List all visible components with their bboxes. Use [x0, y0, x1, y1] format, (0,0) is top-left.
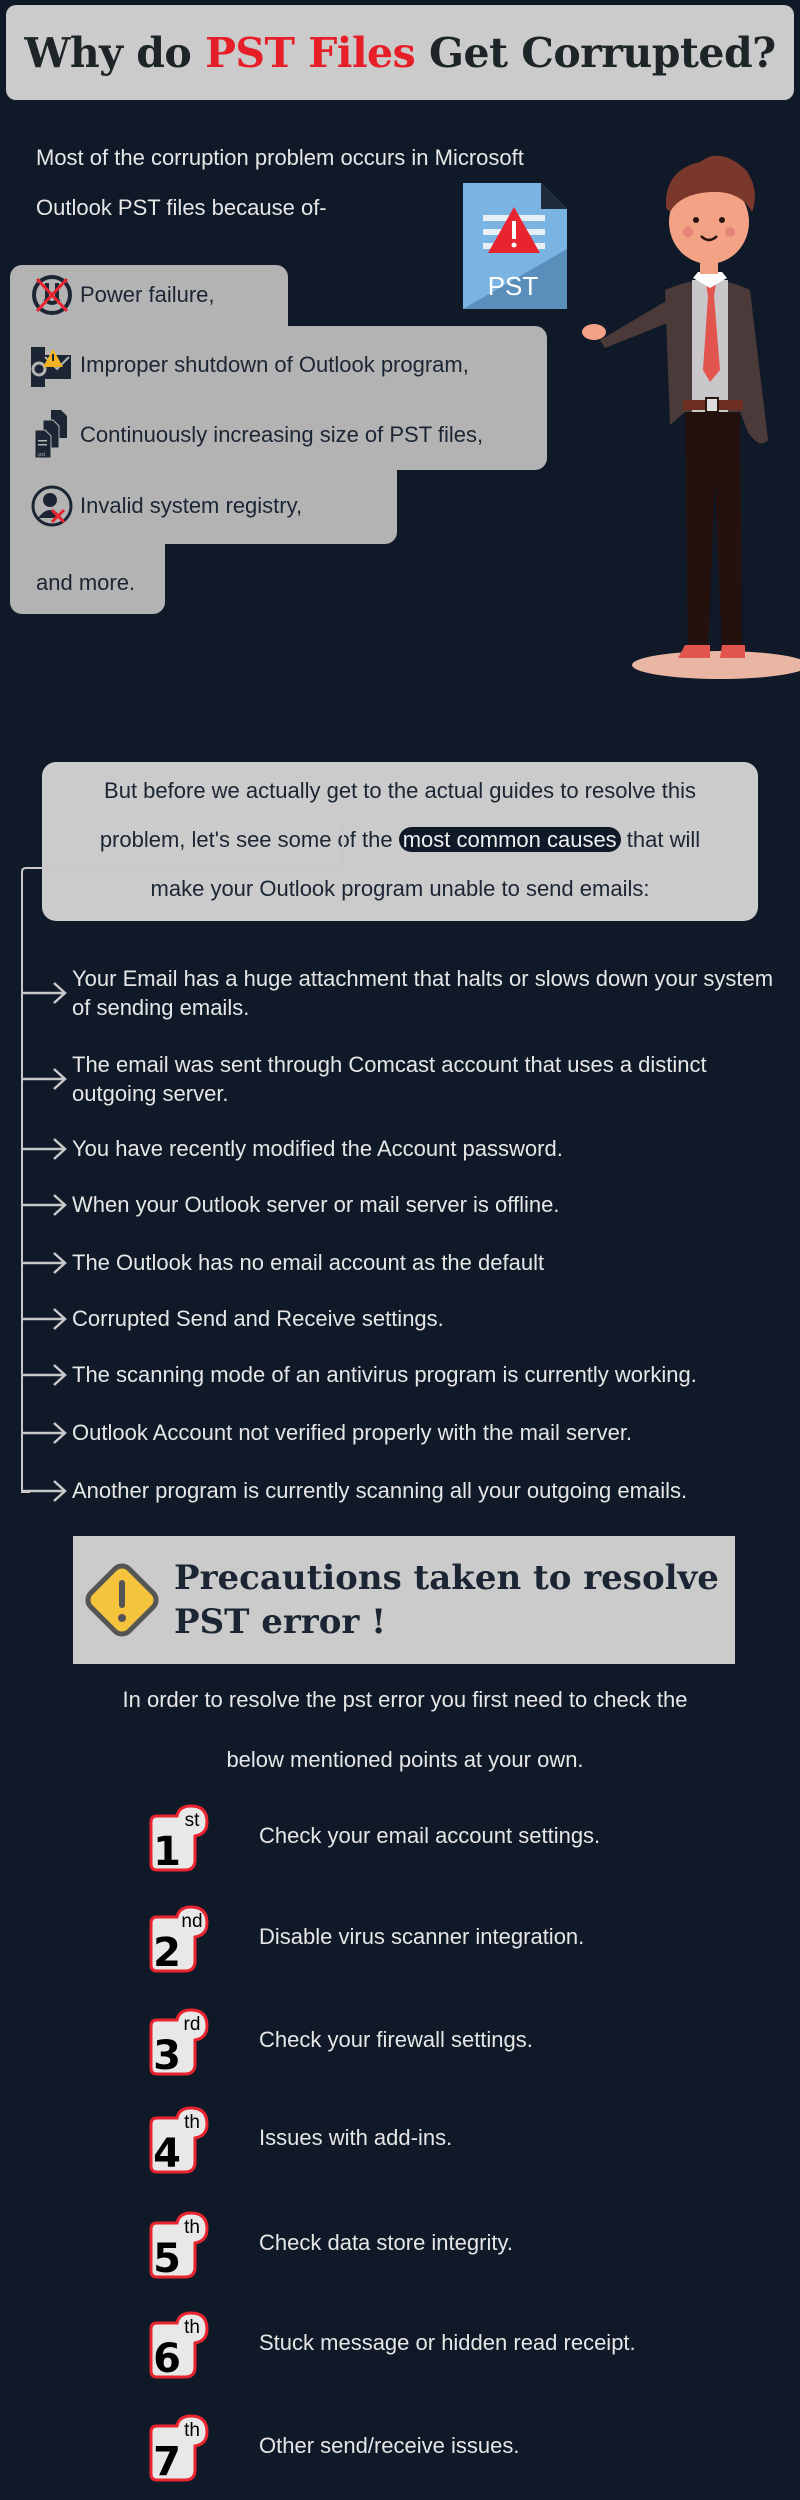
cause-item: When your Outlook server or mail server …	[72, 1192, 560, 1217]
precaution-step: 3rd Check your firewall settings.	[145, 2008, 705, 2079]
reason-label: Improper shutdown of Outlook program,	[80, 352, 469, 377]
step-text: Check data store integrity.	[259, 2230, 513, 2255]
step-text: Issues with add-ins.	[259, 2125, 453, 2150]
step-text: Stuck message or hidden read receipt.	[259, 2330, 636, 2355]
precaution-step: 6th Stuck message or hidden read receipt.	[145, 2311, 705, 2382]
ordinal-badge-icon: 4th	[145, 2106, 209, 2177]
cause-item: The Outlook has no email account as the …	[72, 1250, 545, 1275]
reason-label: Invalid system registry,	[80, 493, 303, 518]
ordinal-badge-icon: 3rd	[145, 2008, 209, 2079]
svg-text:.pst: .pst	[37, 452, 46, 458]
precautions-title: Precautions taken to resolve PST error !	[174, 1558, 719, 1642]
svg-text:rd: rd	[184, 2014, 201, 2035]
arrow-right-icon	[22, 1364, 67, 1386]
arrow-right-icon	[22, 1422, 67, 1444]
svg-text:3: 3	[153, 2033, 181, 2078]
cause-item: Outlook Account not verified properly wi…	[72, 1420, 633, 1445]
svg-text:7: 7	[153, 2439, 181, 2484]
reason-item: Power failure,	[30, 273, 215, 317]
reason-item: .pst Continuously increasing size of PST…	[30, 410, 484, 459]
precautions-intro: In order to resolve the pst error you fi…	[122, 1687, 688, 1772]
cause-item: Corrupted Send and Receive settings.	[72, 1306, 444, 1331]
precaution-step: 2nd Disable virus scanner integration.	[145, 1905, 705, 1976]
arrow-right-icon	[22, 1068, 67, 1090]
arrow-right-icon	[22, 1480, 67, 1502]
title-banner: Why do PST Files Get Corrupted?	[6, 5, 794, 100]
svg-text:th: th	[184, 2217, 200, 2238]
causes-intro-line-1: But before we actually get to the actual…	[104, 778, 696, 803]
intro-line-1: Most of the corruption problem occurs in…	[36, 145, 524, 170]
step-text: Other send/receive issues.	[259, 2433, 520, 2458]
pst-file-warning-icon: PST	[463, 183, 567, 309]
cause-item: The email was sent through Comcast accou…	[72, 1052, 707, 1106]
ordinal-badge-icon: 5th	[145, 2211, 209, 2282]
arrow-right-icon	[22, 1308, 67, 1330]
arrow-right-icon	[22, 1252, 67, 1274]
reason-label: Continuously increasing size of PST file…	[80, 422, 484, 447]
most-common-causes-highlight: most common causes	[398, 827, 621, 852]
stacked-files-icon: .pst	[30, 410, 74, 459]
businessman-illustration	[570, 150, 800, 690]
svg-text:2: 2	[153, 1930, 181, 1975]
precaution-step: 5th Check data store integrity.	[145, 2211, 705, 2282]
precaution-step: 7th Other send/receive issues.	[145, 2414, 705, 2485]
precautions-banner: Precautions taken to resolve PST error !	[73, 1536, 735, 1664]
ordinal-badge-icon: 6th	[145, 2311, 209, 2382]
title-highlight: PST Files	[205, 28, 416, 77]
svg-text:th: th	[184, 2112, 200, 2133]
svg-text:1: 1	[153, 1829, 181, 1874]
svg-text:th: th	[184, 2317, 200, 2338]
arrow-right-icon	[22, 1138, 67, 1160]
warning-diamond-icon	[80, 1558, 164, 1642]
reason-item: and more.	[36, 570, 135, 596]
precaution-step: 1st Check your email account settings.	[145, 1804, 705, 1875]
page-title: Why do PST Files Get Corrupted?	[24, 28, 776, 77]
power-failure-icon	[30, 273, 74, 317]
ordinal-badge-icon: 2nd	[145, 1905, 209, 1976]
cause-item: The scanning mode of an antivirus progra…	[72, 1362, 697, 1387]
invalid-user-icon	[30, 484, 74, 528]
reason-item: Invalid system registry,	[30, 484, 302, 528]
svg-text:nd: nd	[181, 1911, 202, 1932]
ordinal-badge-icon: 7th	[145, 2414, 209, 2485]
step-text: Check your email account settings.	[259, 1823, 601, 1848]
cause-item: Another program is currently scanning al…	[72, 1478, 688, 1503]
arrow-right-icon	[22, 1194, 67, 1216]
svg-text:5: 5	[153, 2236, 181, 2281]
svg-text:6: 6	[153, 2336, 181, 2381]
svg-text:st: st	[185, 1810, 201, 1831]
arrow-right-icon	[22, 982, 67, 1004]
ordinal-badge-icon: 1st	[145, 1804, 209, 1875]
step-text: Disable virus scanner integration.	[259, 1924, 585, 1949]
cause-item: Your Email has a huge attachment that ha…	[72, 966, 774, 1020]
svg-text:4: 4	[153, 2131, 181, 2176]
reason-label: and more.	[36, 570, 136, 595]
reason-item: Improper shutdown of Outlook program,	[30, 343, 469, 387]
reason-label: Power failure,	[80, 282, 215, 307]
step-text: Check your firewall settings.	[259, 2027, 533, 2052]
svg-text:th: th	[184, 2420, 200, 2441]
outlook-warning-icon	[30, 343, 74, 387]
cause-item: You have recently modified the Account p…	[72, 1136, 563, 1161]
precaution-step: 4th Issues with add-ins.	[145, 2106, 705, 2177]
svg-text:PST: PST	[488, 271, 539, 301]
